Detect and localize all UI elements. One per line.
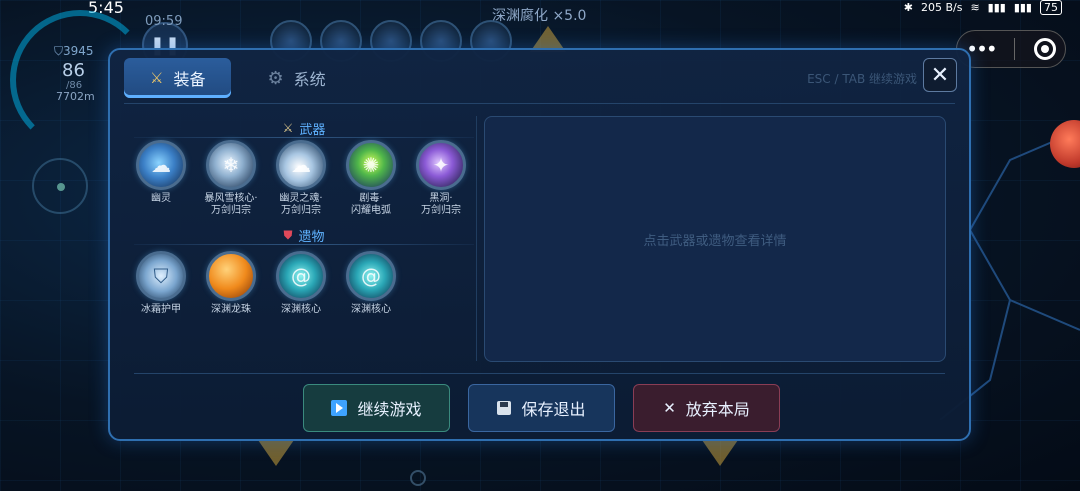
- close-button[interactable]: ✕: [923, 58, 957, 92]
- footer-divider: [134, 373, 945, 374]
- crossed-swords-icon: ⚔: [282, 121, 294, 135]
- relic-icon: ⛊: [283, 227, 293, 242]
- close-icon: ✕: [663, 399, 676, 417]
- continue-game-button[interactable]: 继续游戏: [303, 384, 450, 432]
- ghost-icon: ☁: [136, 140, 186, 190]
- abandon-run-button[interactable]: ✕ 放弃本局: [633, 384, 780, 432]
- button-label: 保存退出: [521, 400, 586, 419]
- signal-icon: ▮▮▮: [1013, 1, 1032, 14]
- save-and-quit-button[interactable]: 保存退出: [468, 384, 615, 432]
- weapons-heading: ⚔ 武器: [134, 120, 474, 138]
- shield-value: ⛉3945: [54, 44, 94, 58]
- shield-icon: ⛉: [54, 44, 64, 58]
- tab-system[interactable]: ⚙ 系统: [241, 58, 351, 98]
- tab-label: 装备: [173, 70, 206, 89]
- background-marker: [410, 470, 426, 486]
- player-level: 86: [62, 60, 85, 81]
- exit-mini-program-icon[interactable]: [1033, 38, 1056, 60]
- mini-program-capsule: •••: [956, 30, 1066, 68]
- close-icon: ✕: [930, 62, 950, 88]
- weapons-list: ☁ 幽灵 ❄ 暴风雪核心· 万剑归宗 ☁ 幽灵之魂· 万剑归宗 ✺ 剧毒· 闪耀电弧 …: [134, 140, 474, 217]
- crossed-swords-icon: ⚔: [150, 69, 164, 87]
- tab-equipment[interactable]: ⚔ 装备: [124, 58, 232, 98]
- relic-item[interactable]: 深渊龙珠: [204, 251, 258, 316]
- weapon-item[interactable]: ✦ 黑洞· 万剑归宗: [414, 140, 468, 217]
- button-label: 放弃本局: [685, 400, 750, 419]
- game-timer: 09:59: [145, 14, 183, 29]
- tab-label: 系统: [293, 70, 326, 89]
- item-name: 幽灵之魂· 万剑归宗: [279, 193, 323, 216]
- pause-menu-panel: ⚔ 装备 ⚙ 系统 ESC / TAB 继续游戏 ✕ ⚔ 武器 ☁ 幽灵 ❄ 暴…: [108, 48, 971, 441]
- wifi-icon: ≋: [970, 1, 980, 14]
- gear-icon: ⚙: [267, 67, 284, 89]
- abyss-core-icon: @: [276, 251, 326, 301]
- button-label: 继续游戏: [357, 400, 422, 419]
- weapon-item[interactable]: ❄ 暴风雪核心· 万剑归宗: [204, 140, 258, 217]
- relic-item[interactable]: ⛉ 冰霜护甲: [134, 251, 188, 316]
- tab-divider: [124, 103, 955, 104]
- background-shard: [702, 440, 738, 466]
- ghost-soul-icon: ☁: [276, 140, 326, 190]
- relic-item[interactable]: @ 深渊核心: [344, 251, 398, 316]
- play-icon: [331, 400, 348, 416]
- weapon-item[interactable]: ☁ 幽灵之魂· 万剑归宗: [274, 140, 328, 217]
- item-detail-panel: 点击武器或遗物查看详情: [484, 116, 946, 362]
- frost-armor-icon: ⛉: [136, 251, 186, 301]
- blizzard-core-icon: ❄: [206, 140, 256, 190]
- background-shard: [258, 440, 294, 466]
- black-hole-icon: ✦: [416, 140, 466, 190]
- item-name: 深渊核心: [281, 304, 321, 315]
- panel-tabs: ⚔ 装备 ⚙ 系统: [124, 58, 352, 98]
- status-icons: ✱ 205 B/s ≋ ▮▮▮ ▮▮▮ 75: [904, 0, 1062, 15]
- distance-readout: 7702m: [56, 90, 95, 103]
- net-speed: 205 B/s: [920, 1, 963, 14]
- item-name: 冰霜护甲: [141, 304, 181, 315]
- game-mode-title: 深渊腐化 ×5.0: [492, 8, 587, 24]
- bluetooth-icon: ✱: [903, 1, 913, 14]
- item-name: 黑洞· 万剑归宗: [421, 193, 461, 216]
- relics-list: ⛉ 冰霜护甲 深渊龙珠 @ 深渊核心 @ 深渊核心: [134, 251, 474, 316]
- action-buttons: 继续游戏 保存退出 ✕ 放弃本局: [303, 384, 780, 432]
- resume-hint: ESC / TAB 继续游戏: [807, 72, 917, 86]
- capsule-divider: [1014, 38, 1016, 60]
- item-name: 幽灵: [151, 193, 171, 204]
- item-name: 深渊龙珠: [211, 304, 251, 315]
- inventory-column: ⚔ 武器 ☁ 幽灵 ❄ 暴风雪核心· 万剑归宗 ☁ 幽灵之魂· 万剑归宗 ✺ 剧毒·…: [134, 120, 474, 360]
- dragon-orb-icon: [206, 251, 256, 301]
- item-name: 暴风雪核心· 万剑归宗: [204, 193, 258, 216]
- battery-indicator: 75: [1040, 0, 1062, 15]
- detail-placeholder: 点击武器或遗物查看详情: [643, 233, 787, 249]
- relics-heading: ⛊ 遗物: [134, 227, 474, 245]
- weapon-item[interactable]: ☁ 幽灵: [134, 140, 188, 217]
- abyss-core-icon: @: [346, 251, 396, 301]
- item-name: 剧毒· 闪耀电弧: [351, 193, 391, 216]
- weapon-item[interactable]: ✺ 剧毒· 闪耀电弧: [344, 140, 398, 217]
- poison-arc-icon: ✺: [346, 140, 396, 190]
- save-icon: [497, 401, 512, 415]
- signal-icon: ▮▮▮: [987, 1, 1006, 14]
- relic-item[interactable]: @ 深渊核心: [274, 251, 328, 316]
- virtual-joystick[interactable]: [32, 158, 88, 214]
- column-divider: [476, 116, 477, 361]
- item-name: 深渊核心: [351, 304, 391, 315]
